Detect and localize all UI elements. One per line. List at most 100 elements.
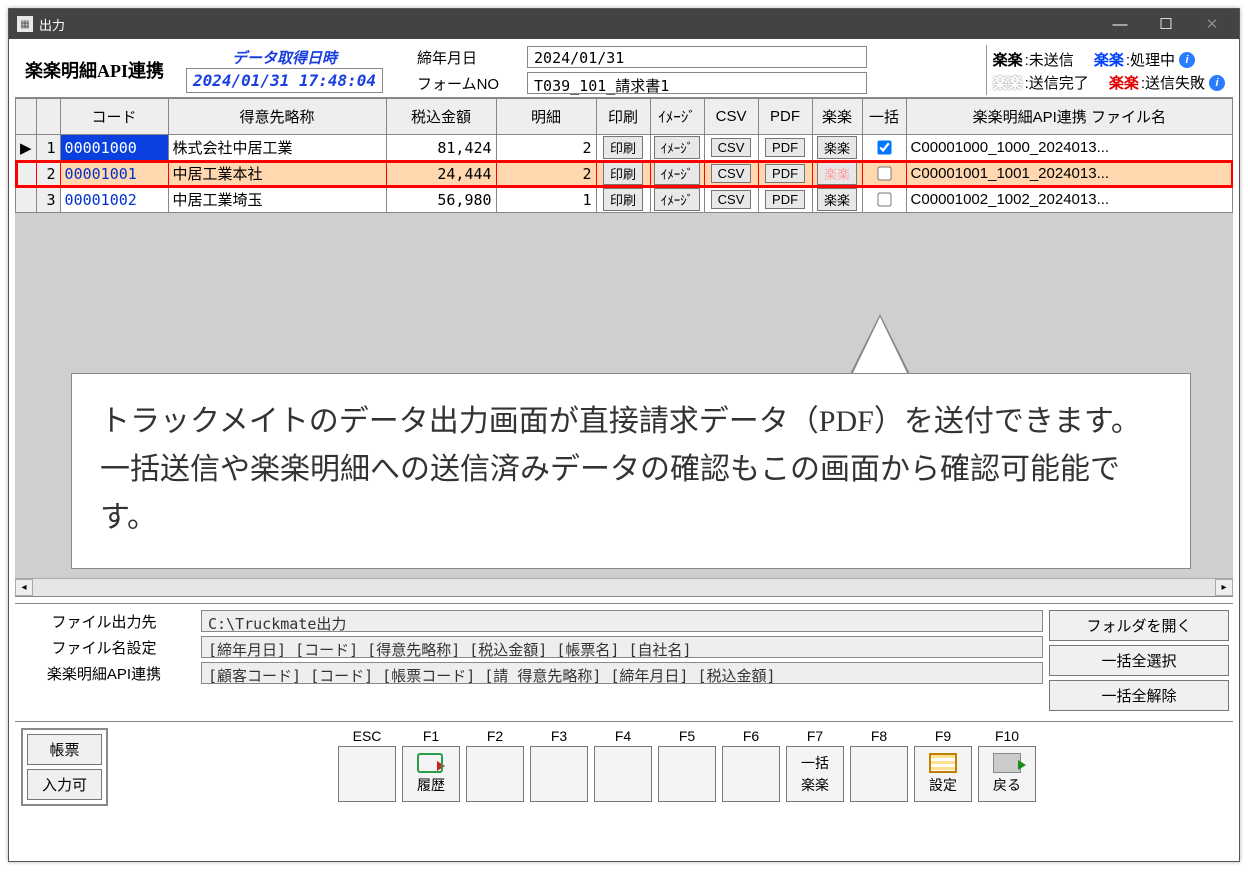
filename-pattern-value[interactable]: [締年月日]_[コード]_[得意先略称]_[税込金額]_[帳票名]_[自社名]	[201, 636, 1043, 658]
image-button[interactable]: ｲﾒｰｼﾞ	[654, 188, 701, 211]
cell-print[interactable]: 印刷	[596, 161, 650, 187]
cell-image[interactable]: ｲﾒｰｼﾞ	[650, 187, 704, 213]
minimize-button[interactable]: —	[1097, 9, 1143, 39]
cell-batch[interactable]	[862, 187, 906, 213]
fk-f8-button[interactable]	[850, 746, 908, 802]
maximize-button[interactable]: ☐	[1143, 9, 1189, 39]
table-row[interactable]: 200001001中居工業本社24,4442印刷ｲﾒｰｼﾞCSVPDF楽楽C00…	[16, 161, 1233, 187]
csv-button[interactable]: CSV	[711, 164, 752, 183]
print-button[interactable]: 印刷	[603, 136, 643, 159]
open-folder-button[interactable]: フォルダを開く	[1049, 610, 1229, 641]
pdf-button[interactable]: PDF	[765, 138, 805, 157]
fk-f2-button[interactable]	[466, 746, 524, 802]
editable-button[interactable]: 入力可	[27, 769, 102, 800]
rakuraku-button[interactable]: 楽楽	[817, 136, 857, 159]
col-print[interactable]: 印刷	[596, 99, 650, 135]
fk-f5-label: F5	[679, 728, 695, 744]
cell-batch[interactable]	[862, 135, 906, 161]
grid-h-scrollbar[interactable]: ◂ ▸	[15, 578, 1233, 596]
image-button[interactable]: ｲﾒｰｼﾞ	[654, 162, 701, 185]
fk-f6-button[interactable]	[722, 746, 780, 802]
cell-csv[interactable]: CSV	[704, 161, 758, 187]
fk-f4-button[interactable]	[594, 746, 652, 802]
cell-pdf[interactable]: PDF	[758, 135, 812, 161]
pdf-button[interactable]: PDF	[765, 164, 805, 183]
cell-image[interactable]: ｲﾒｰｼﾞ	[650, 135, 704, 161]
cell-code[interactable]: 00001000	[60, 135, 168, 161]
batch-checkbox[interactable]	[877, 192, 891, 206]
data-grid[interactable]: コード 得意先略称 税込金額 明細 印刷 ｲﾒｰｼﾞ CSV PDF 楽楽 一括…	[15, 98, 1233, 213]
api-link-value[interactable]: [顧客コード]_[コード]_[帳票コード]_[請 得意先略称]_[締年月日]_[…	[201, 662, 1043, 684]
rakuraku-button[interactable]: 楽楽	[817, 188, 857, 211]
fk-f5-button[interactable]	[658, 746, 716, 802]
deselect-all-button[interactable]: 一括全解除	[1049, 680, 1229, 711]
col-filename[interactable]: 楽楽明細API連携 ファイル名	[906, 99, 1232, 135]
cell-name: 中居工業本社	[168, 161, 386, 187]
fk-f10-button[interactable]: 戻る	[978, 746, 1036, 802]
legend-unsent: :未送信	[1025, 49, 1074, 70]
cell-print[interactable]: 印刷	[596, 135, 650, 161]
cell-rakuraku[interactable]: 楽楽	[812, 161, 862, 187]
cell-print[interactable]: 印刷	[596, 187, 650, 213]
fk-esc-button[interactable]	[338, 746, 396, 802]
info-icon[interactable]: i	[1179, 52, 1195, 68]
batch-checkbox[interactable]	[877, 166, 891, 180]
print-button[interactable]: 印刷	[603, 188, 643, 211]
fk-f2-label: F2	[487, 728, 503, 744]
data-datetime-value: 2024/01/31 17:48:04	[186, 68, 383, 93]
app-icon: ▦	[17, 16, 33, 32]
fk-f8-label: F8	[871, 728, 887, 744]
col-rakuraku[interactable]: 楽楽	[812, 99, 862, 135]
info-icon[interactable]: i	[1209, 75, 1225, 91]
row-indicator: ▶	[16, 135, 37, 161]
col-pdf[interactable]: PDF	[758, 99, 812, 135]
cell-csv[interactable]: CSV	[704, 135, 758, 161]
col-csv[interactable]: CSV	[704, 99, 758, 135]
col-amount[interactable]: 税込金額	[386, 99, 496, 135]
cell-batch[interactable]	[862, 161, 906, 187]
scroll-right-arrow[interactable]: ▸	[1215, 579, 1233, 596]
table-row[interactable]: ▶100001000株式会社中居工業81,4242印刷ｲﾒｰｼﾞCSVPDF楽楽…	[16, 135, 1233, 161]
cell-csv[interactable]: CSV	[704, 187, 758, 213]
cell-image[interactable]: ｲﾒｰｼﾞ	[650, 161, 704, 187]
pdf-button[interactable]: PDF	[765, 190, 805, 209]
row-index: 2	[36, 161, 60, 187]
closed-ym-label: 締年月日	[417, 47, 517, 68]
cell-code[interactable]: 00001002	[60, 187, 168, 213]
legend-done: :送信完了	[1025, 72, 1089, 93]
image-button[interactable]: ｲﾒｰｼﾞ	[654, 136, 701, 159]
cell-pdf[interactable]: PDF	[758, 187, 812, 213]
cell-rakuraku[interactable]: 楽楽	[812, 135, 862, 161]
batch-checkbox[interactable]	[877, 140, 891, 154]
csv-button[interactable]: CSV	[711, 138, 752, 157]
csv-button[interactable]: CSV	[711, 190, 752, 209]
fk-f9-button[interactable]: 設定	[914, 746, 972, 802]
print-button[interactable]: 印刷	[603, 162, 643, 185]
fk-f1-button[interactable]: 履歴	[402, 746, 460, 802]
fk-f1-label: F1	[423, 728, 439, 744]
select-all-button[interactable]: 一括全選択	[1049, 645, 1229, 676]
scroll-track[interactable]	[33, 579, 1215, 596]
rakuraku-button[interactable]: 楽楽	[817, 162, 857, 185]
status-legend: 楽楽:未送信 楽楽:処理中i 楽楽:送信完了 楽楽:送信失敗i	[986, 45, 1231, 95]
col-batch[interactable]: 一括	[862, 99, 906, 135]
table-row[interactable]: 300001002中居工業埼玉56,9801印刷ｲﾒｰｼﾞCSVPDF楽楽C00…	[16, 187, 1233, 213]
report-button[interactable]: 帳票	[27, 734, 102, 765]
cell-pdf[interactable]: PDF	[758, 161, 812, 187]
col-image[interactable]: ｲﾒｰｼﾞ	[650, 99, 704, 135]
row-index: 3	[36, 187, 60, 213]
form-no-label: フォームNO	[417, 73, 517, 94]
cell-rakuraku[interactable]: 楽楽	[812, 187, 862, 213]
output-path-value[interactable]: C:\Truckmate出力	[201, 610, 1043, 632]
col-name[interactable]: 得意先略称	[168, 99, 386, 135]
close-button[interactable]: ✕	[1189, 9, 1235, 39]
fk-f7-button[interactable]: 一括 楽楽	[786, 746, 844, 802]
row-indicator	[16, 161, 37, 187]
cell-code[interactable]: 00001001	[60, 161, 168, 187]
fk-f3-button[interactable]	[530, 746, 588, 802]
col-detail[interactable]: 明細	[496, 99, 596, 135]
row-index: 1	[36, 135, 60, 161]
col-code[interactable]: コード	[60, 99, 168, 135]
callout-box: トラックメイトのデータ出力画面が直接請求データ（PDF）を送付できます。一括送信…	[71, 373, 1191, 569]
scroll-left-arrow[interactable]: ◂	[15, 579, 33, 596]
